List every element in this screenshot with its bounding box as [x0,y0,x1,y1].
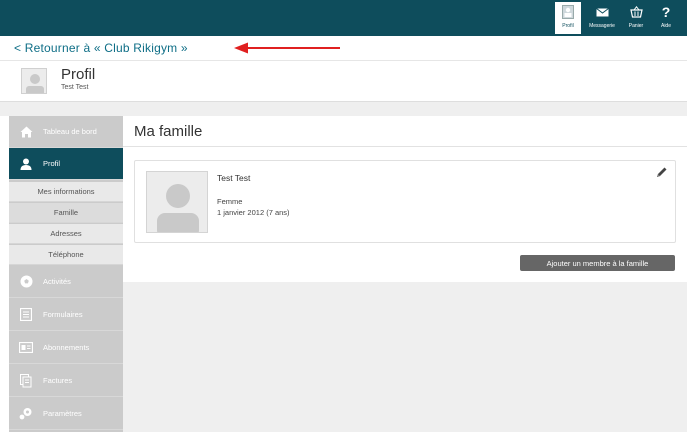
settings-icon [9,407,43,420]
basket-icon [629,2,643,22]
sidebar-subitem-famille[interactable]: Famille [9,203,123,223]
member-name: Test Test [217,173,251,183]
sidebar-item-tableau-de-bord[interactable]: Tableau de bord [9,116,123,148]
topnav-aide-label: Aide [660,23,671,29]
person-card-icon [562,2,574,22]
envelope-icon [595,2,609,22]
question-icon: ? [661,4,671,20]
family-member-card [134,160,676,243]
back-link-label: Retourner à « Club Rikigym » [24,41,188,55]
sidebar-subitem-mes-informations[interactable]: Mes informations [9,182,123,202]
profile-header [0,62,687,102]
sidebar-item-label: Tableau de bord [43,127,97,136]
member-avatar [146,171,208,233]
topnav-panier[interactable]: Panier [623,2,649,34]
sidebar-item-activites[interactable]: Activités [9,266,123,298]
topnav-messagerie[interactable]: Messagerie [585,2,619,34]
topnav-profil-label: Profil [562,23,574,29]
sidebar-subitem-telephone[interactable]: Téléphone [9,245,123,265]
add-family-member-button[interactable]: Ajouter un membre à la famille [520,255,675,271]
sidebar-subitem-label: Mes informations [37,187,95,196]
topnav-aide[interactable]: ? Aide [653,2,679,34]
top-header: Profil Messagerie Panier ? Aide [0,0,687,36]
sidebar-item-parametres[interactable]: Paramètres [9,398,123,430]
topnav-messagerie-label: Messagerie [589,23,615,29]
home-icon [9,126,43,138]
sidebar-subitem-label: Téléphone [48,250,84,259]
divider [123,146,687,147]
sidebar-item-label: Abonnements [43,343,90,352]
sidebar-item-label: Activités [43,277,71,286]
edit-pencil-icon[interactable] [655,166,668,184]
chevron-left-icon: < [14,41,25,55]
profile-name: Test Test [61,84,89,91]
sidebar-item-label: Paramètres [43,409,82,418]
annotation-arrow-icon [234,42,340,54]
separator-strip [0,102,687,116]
sidebar-subitem-adresses[interactable]: Adresses [9,224,123,244]
soccer-ball-icon [9,275,43,288]
person-icon [9,158,43,170]
sidebar-item-abonnements[interactable]: Abonnements [9,332,123,364]
form-icon [9,308,43,321]
page-title: Profil [61,66,96,83]
back-bar: < Retourner à « Club Rikigym » [0,36,687,61]
sidebar-subitem-label: Famille [53,208,79,217]
sidebar-item-label: Profil [43,159,61,168]
section-title: Ma famille [134,123,203,140]
sidebar: Tableau de bord Profil Mes informations … [9,116,123,432]
top-nav: Profil Messagerie Panier ? Aide [555,2,679,34]
sidebar-item-factures[interactable]: Factures [9,365,123,397]
member-gender: Femme [217,197,243,206]
topnav-profil[interactable]: Profil [555,2,581,34]
avatar [21,68,47,94]
sidebar-subitem-label: Adresses [50,229,82,238]
sidebar-item-formulaires[interactable]: Formulaires [9,299,123,331]
back-link[interactable]: < Retourner à « Club Rikigym » [14,41,188,55]
invoice-icon [9,373,43,388]
topnav-panier-label: Panier [628,23,644,29]
sidebar-item-label: Formulaires [43,310,83,319]
sidebar-item-profil[interactable]: Profil [9,148,123,180]
sidebar-item-label: Factures [43,376,73,385]
member-birthdate: 1 janvier 2012 (7 ans) [217,208,290,217]
id-card-icon [9,342,43,353]
